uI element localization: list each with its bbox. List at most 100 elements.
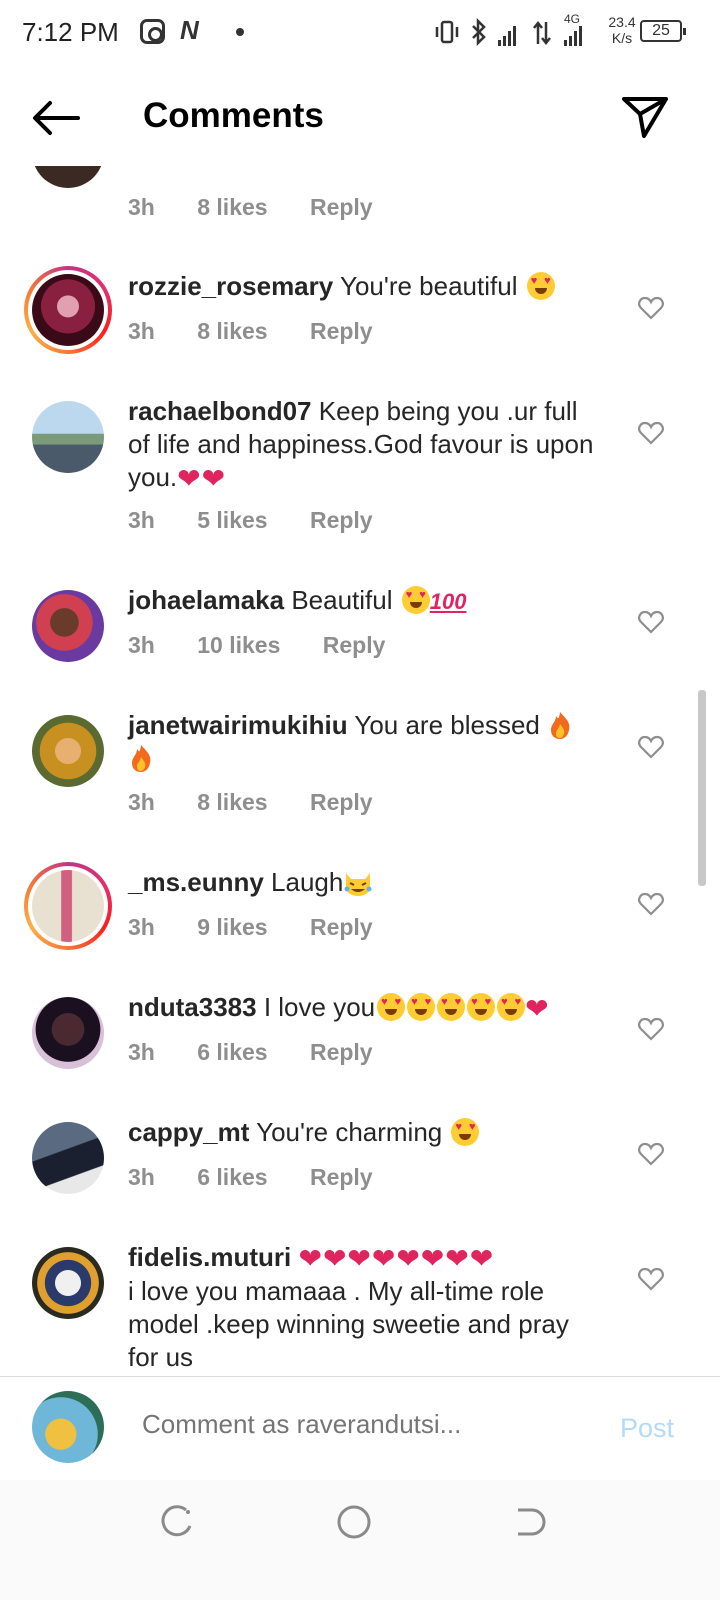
heart-eyes-emoji-icon [407,993,436,1021]
back-nav-icon[interactable] [512,1504,548,1540]
comment-text: _ms.eunny Laugh [128,866,598,899]
direct-send-icon[interactable] [620,94,670,140]
comments-header: Comments [0,66,720,166]
comment-input[interactable] [142,1409,582,1440]
more-notifications-dot-icon [236,28,244,36]
signal-2-icon [564,16,582,46]
current-user-avatar [32,1391,104,1463]
heart-outline-icon[interactable] [638,735,664,759]
back-arrow-icon[interactable] [28,96,84,140]
comment-text: fidelis.muturi ❤❤❤❤❤❤❤❤ i love you mamaa… [128,1242,569,1372]
laughing-cat-emoji-icon [344,873,372,896]
heart-outline-icon[interactable] [638,1142,664,1166]
fire-emoji-icon [551,712,570,739]
comment-likes[interactable]: 9 likes [197,914,267,941]
reply-button[interactable]: Reply [310,318,373,345]
heart-outline-icon[interactable] [638,610,664,634]
comment-time: 3h [128,789,155,815]
heart-outline-icon[interactable] [638,1267,664,1291]
comment-time: 3h [128,914,155,940]
avatar-story-ring[interactable] [24,266,112,354]
avatar[interactable] [32,1247,104,1319]
comment-username[interactable]: rozzie_rosemary [128,271,333,301]
heart-eyes-emoji-icon [377,993,406,1021]
comment-meta: 3h 6 likes Reply [128,1039,373,1066]
comment-username[interactable]: fidelis.muturi [128,1242,291,1272]
status-time: 7:12 PM [22,17,119,47]
scrollbar[interactable] [698,690,706,886]
heart-eyes-emoji-icon [437,993,466,1021]
avatar[interactable] [32,1122,104,1194]
heart-outline-icon[interactable] [638,421,664,445]
heart-eyes-emoji-icon [467,993,496,1021]
avatar[interactable] [32,997,104,1069]
heart-outline-icon[interactable] [638,1017,664,1041]
avatar[interactable] [32,590,104,662]
recents-icon[interactable] [160,1504,196,1540]
page-title: Comments [143,96,324,135]
comment-text: rozzie_rosemary You're beautiful [128,270,598,303]
comment-likes[interactable]: 6 likes [197,1039,267,1066]
comment-text: nduta3383 I love you❤ [128,991,598,1025]
avatar[interactable] [32,401,104,473]
reply-button[interactable]: Reply [310,1164,373,1191]
comments-list[interactable]: 3h 8 likes Reply rozzie_rosemary You're … [0,166,720,1402]
comment-meta: 3h 8 likes Reply [128,194,373,221]
comment-text: janetwairimukihiu You are blessed [128,709,598,775]
comment-username[interactable]: rachaelbond07 [128,396,312,426]
vibrate-icon [435,20,459,44]
comment-username[interactable]: nduta3383 [128,992,257,1022]
comment-meta: 3h 5 likes Reply [128,507,373,534]
comment-username[interactable]: johaelamaka [128,585,284,615]
signal-1-icon [498,16,516,46]
comment-likes[interactable]: 10 likes [197,632,280,659]
avatar[interactable] [32,715,104,787]
reply-button[interactable]: Reply [310,194,373,221]
reply-button[interactable]: Reply [310,789,373,816]
comment-username[interactable]: cappy_mt [128,1117,249,1147]
red-heart-emoji-icon: ❤ [525,993,550,1024]
comment-text: johaelamaka Beautiful 100 [128,584,598,618]
post-button[interactable]: Post [620,1413,674,1444]
reply-button[interactable]: Reply [310,507,373,534]
avatar-story-ring[interactable] [24,862,112,950]
comment-likes[interactable]: 8 likes [197,194,267,221]
comment-text: cappy_mt You're charming [128,1116,598,1149]
heart-eyes-emoji-icon [451,1118,480,1146]
heart-eyes-emoji-icon [526,272,555,300]
system-nav-bar [0,1480,720,1600]
comment-meta: 3h 9 likes Reply [128,914,373,941]
comment-time: 3h [128,632,155,658]
status-bar: 7:12 PM N 4G 23.4 K/s 25 [0,0,720,66]
home-icon[interactable] [336,1504,372,1540]
network-speed: 23.4 K/s [608,14,636,46]
heart-eyes-emoji-icon [497,993,526,1021]
reply-button[interactable]: Reply [310,914,373,941]
comment-likes[interactable]: 8 likes [197,318,267,345]
comment-username[interactable]: janetwairimukihiu [128,710,348,740]
comment-time: 3h [128,507,155,533]
reply-button[interactable]: Reply [323,632,386,659]
comment-username[interactable]: _ms.eunny [128,867,264,897]
bluetooth-icon [472,18,486,46]
comment-meta: 3h 10 likes Reply [128,632,385,659]
avatar [32,274,104,346]
comment-text: rachaelbond07 Keep being you .ur full of… [128,396,594,494]
comment-time: 3h [128,1039,155,1065]
heart-outline-icon[interactable] [638,296,664,320]
avatar[interactable] [32,166,104,188]
red-hearts-emoji-icon: ❤❤❤❤❤❤❤❤ [298,1243,495,1274]
comment-time: 3h [128,318,155,344]
heart-eyes-emoji-icon [401,586,430,614]
comment-likes[interactable]: 5 likes [197,507,267,534]
data-transfer-icon [533,20,551,46]
hundred-points-emoji-icon: 100 [429,589,467,614]
avatar [32,870,104,942]
reply-button[interactable]: Reply [310,1039,373,1066]
comment-likes[interactable]: 6 likes [197,1164,267,1191]
red-hearts-emoji-icon: ❤❤ [177,463,227,494]
comment-likes[interactable]: 8 likes [197,789,267,816]
heart-outline-icon[interactable] [638,892,664,916]
comment-meta: 3h 8 likes Reply [128,789,373,816]
instagram-notification-icon [140,19,165,44]
